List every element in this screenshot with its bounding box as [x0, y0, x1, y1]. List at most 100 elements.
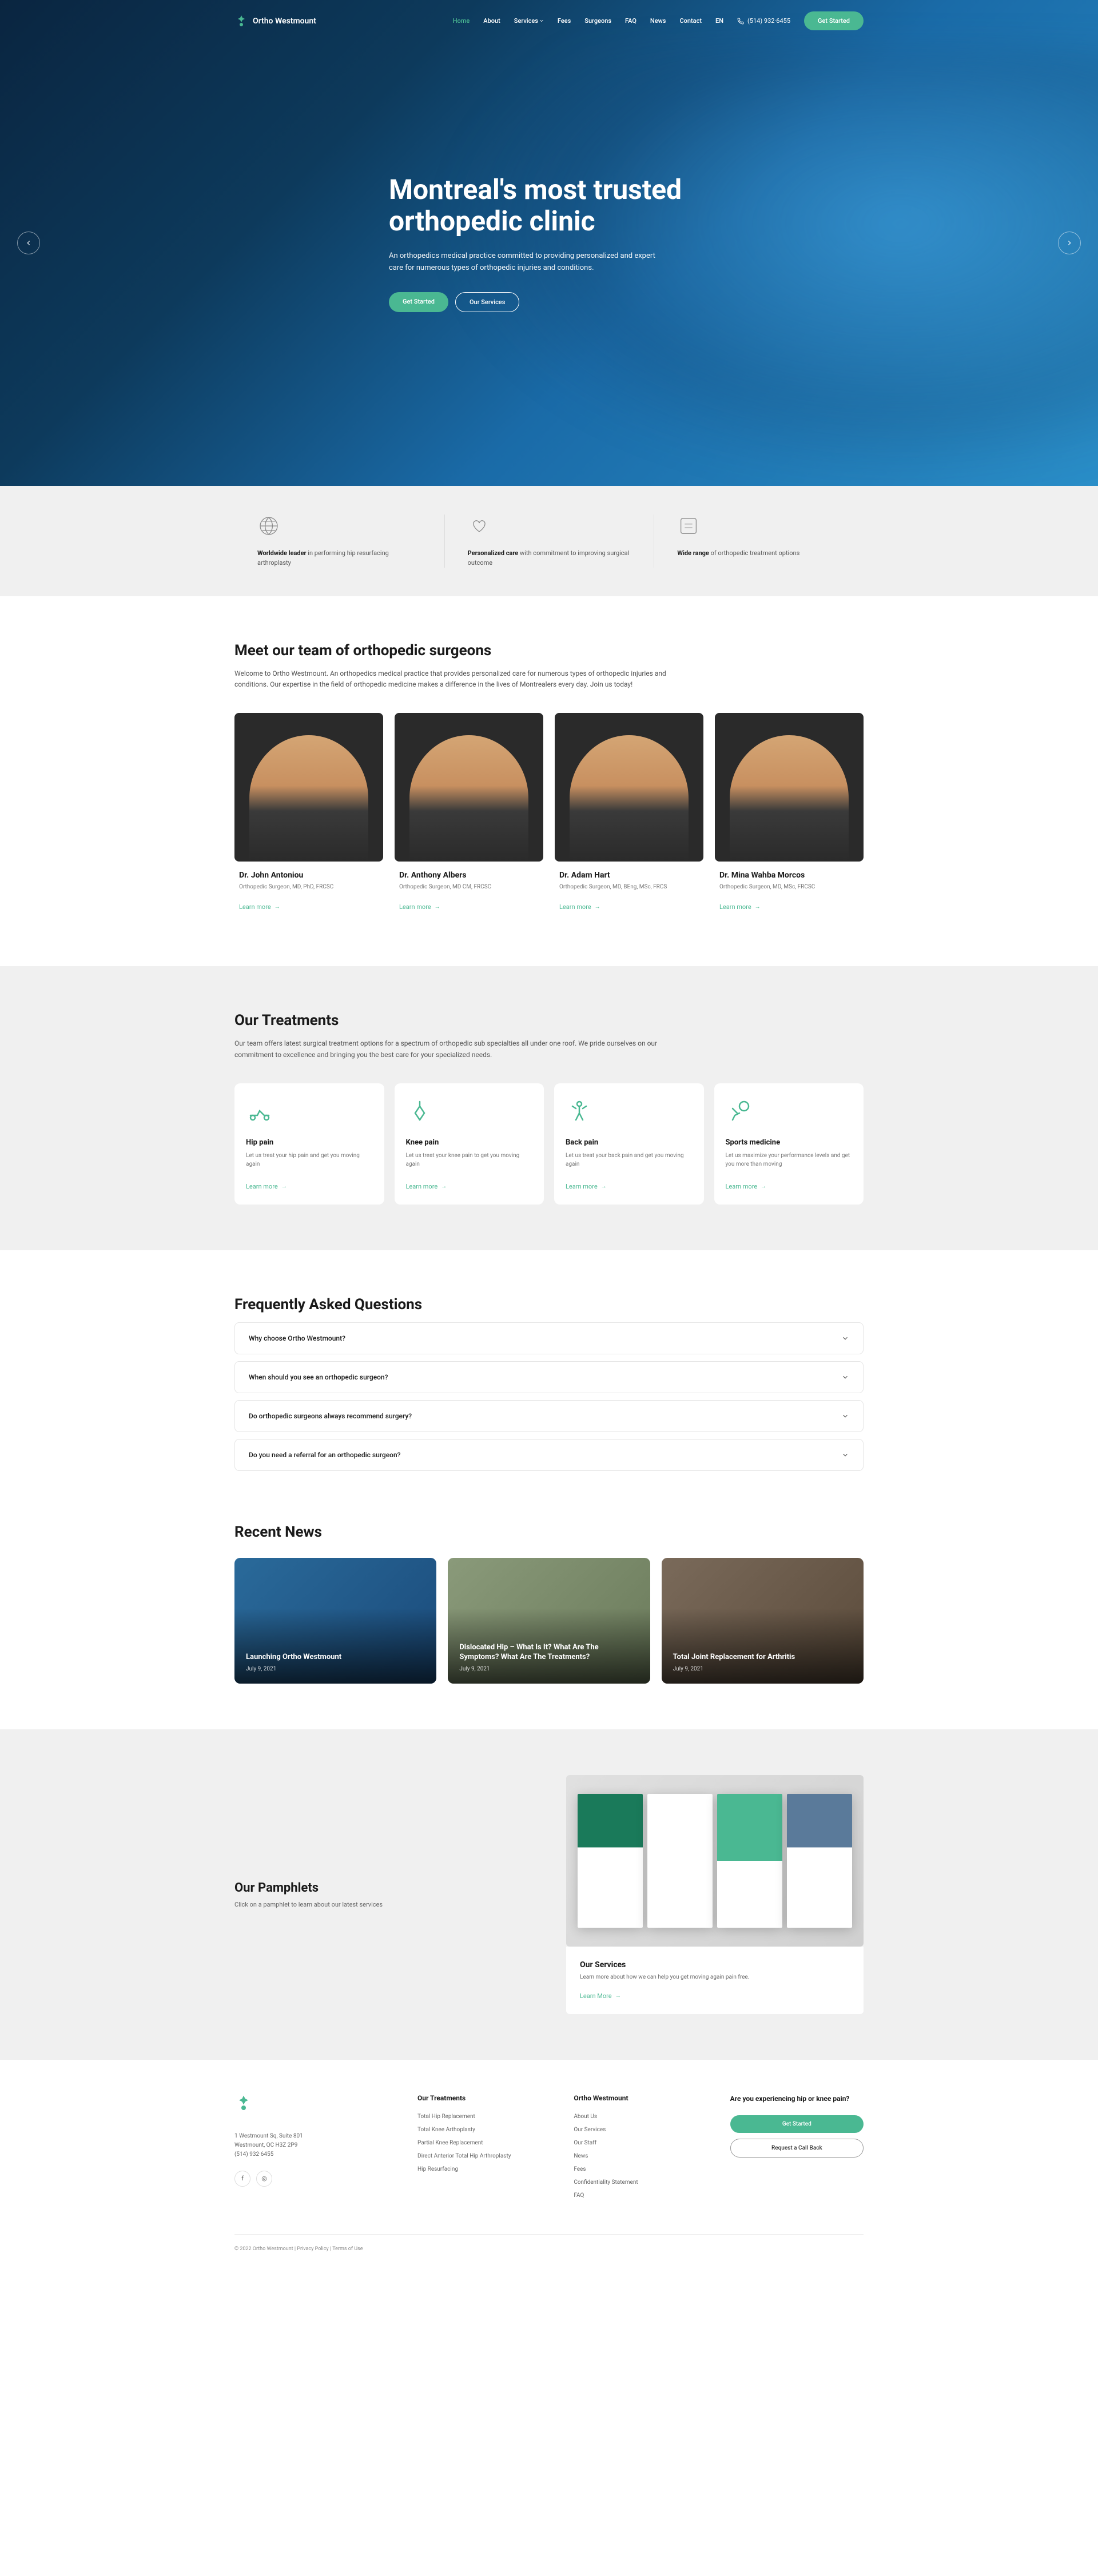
nav-news[interactable]: News — [650, 17, 666, 25]
footer-link[interactable]: FAQ — [574, 2192, 707, 2199]
footer-col-heading: Our Treatments — [417, 2094, 551, 2102]
nav-contact[interactable]: Contact — [679, 17, 702, 25]
treatment-name: Sports medicine — [726, 1138, 853, 1147]
footer-callback-button[interactable]: Request a Call Back — [730, 2139, 864, 2158]
footer-link[interactable]: News — [574, 2153, 707, 2159]
treatments-heading: Our Treatments — [234, 1012, 864, 1029]
options-icon — [677, 515, 700, 537]
faq-question: When should you see an orthopedic surgeo… — [249, 1373, 388, 1381]
arrow-icon: → — [281, 1183, 287, 1190]
hero-subtitle: An orthopedics medical practice committe… — [389, 250, 663, 274]
surgeon-name: Dr. Mina Wahba Morcos — [719, 871, 859, 880]
footer-get-started-button[interactable]: Get Started — [730, 2115, 864, 2133]
facebook-link[interactable]: f — [234, 2171, 250, 2187]
footer-link[interactable]: Our Staff — [574, 2140, 707, 2146]
surgeon-learn-more-link[interactable]: Learn more → — [719, 903, 761, 911]
faq-item[interactable]: Do orthopedic surgeons always recommend … — [234, 1400, 864, 1432]
footer-col-heading: Ortho Westmount — [574, 2094, 707, 2102]
nav-home[interactable]: Home — [453, 17, 470, 25]
carousel-prev-button[interactable] — [17, 232, 40, 254]
arrow-icon: → — [435, 904, 440, 910]
footer-link[interactable]: Partial Knee Replacement — [417, 2140, 551, 2146]
treatments-section: Our Treatments Our team offers latest su… — [0, 966, 1098, 1250]
treatment-learn-more-link[interactable]: Learn more → — [726, 1183, 767, 1190]
surgeon-name: Dr. John Antoniou — [239, 871, 379, 880]
footer-link[interactable]: Confidentiality Statement — [574, 2179, 707, 2186]
logo-icon — [234, 14, 248, 28]
pamphlets-subtitle: Click on a pamphlet to learn about our l… — [234, 1901, 532, 1908]
carousel-next-button[interactable] — [1058, 232, 1081, 254]
treatment-desc: Let us maximize your performance levels … — [726, 1151, 853, 1169]
team-heading: Meet our team of orthopedic surgeons — [234, 642, 864, 659]
arrow-icon: → — [441, 1183, 447, 1190]
chevron-down-icon — [841, 1451, 849, 1459]
footer-link[interactable]: Our Services — [574, 2127, 707, 2133]
treatment-learn-more-link[interactable]: Learn more → — [246, 1183, 287, 1190]
news-card[interactable]: Total Joint Replacement for Arthritis Ju… — [662, 1558, 864, 1684]
treatment-learn-more-link[interactable]: Learn more → — [566, 1183, 607, 1190]
pamphlet-card[interactable]: Our Services Learn more about how we can… — [566, 1775, 864, 2014]
arrow-icon: → — [761, 1183, 766, 1190]
hero-title: Montreal's most trusted orthopedic clini… — [389, 174, 709, 237]
header-phone[interactable]: (514) 932·6455 — [737, 17, 790, 25]
footer-bottom: © 2022 Ortho Westmount | Privacy Policy … — [234, 2234, 864, 2263]
faq-item[interactable]: Why choose Ortho Westmount? — [234, 1322, 864, 1354]
surgeon-card: Dr. Anthony Albers Orthopedic Surgeon, M… — [395, 713, 543, 920]
footer-link[interactable]: Total Hip Replacement — [417, 2114, 551, 2120]
header-cta-button[interactable]: Get Started — [804, 11, 864, 30]
news-title: Dislocated Hip – What Is It? What Are Th… — [459, 1643, 638, 1662]
hero-get-started-button[interactable]: Get Started — [389, 292, 448, 312]
feature-item: Worldwide leader in performing hip resur… — [234, 515, 444, 568]
hero-services-button[interactable]: Our Services — [455, 292, 519, 312]
pamphlet-learn-more-link[interactable]: Learn More → — [580, 1992, 621, 2000]
surgeon-learn-more-link[interactable]: Learn more → — [239, 903, 280, 911]
pamphlets-section: Our Pamphlets Click on a pamphlet to lea… — [0, 1729, 1098, 2060]
feature-item: Personalized care with commitment to imp… — [444, 515, 654, 568]
surgeon-title: Orthopedic Surgeon, MD, MSc, FRCSC — [719, 883, 859, 891]
treatment-desc: Let us treat your back pain and get you … — [566, 1151, 693, 1169]
nav-about[interactable]: About — [483, 17, 500, 25]
hero: Montreal's most trusted orthopedic clini… — [0, 0, 1098, 486]
nav-faq[interactable]: FAQ — [625, 17, 636, 25]
brand-logo[interactable]: Ortho Westmount — [234, 14, 316, 28]
treatment-desc: Let us treat your hip pain and get you m… — [246, 1151, 373, 1169]
site-footer: 1 Westmount Sq, Suite 801 Westmount, QC … — [0, 2060, 1098, 2263]
surgeon-title: Orthopedic Surgeon, MD, BEng, MSc, FRCS — [559, 883, 699, 891]
news-section: Recent News Launching Ortho Westmount Ju… — [0, 1524, 1098, 1729]
surgeon-title: Orthopedic Surgeon, MD CM, FRCSC — [399, 883, 539, 891]
footer-link[interactable]: Total Knee Arthoplasty — [417, 2127, 551, 2133]
footer-link[interactable]: About Us — [574, 2114, 707, 2120]
globe-icon — [257, 515, 280, 537]
treatment-card: Knee pain Let us treat your knee pain to… — [395, 1083, 544, 1205]
faq-item[interactable]: Do you need a referral for an orthopedic… — [234, 1439, 864, 1471]
nav-lang[interactable]: EN — [715, 17, 723, 25]
news-card[interactable]: Dislocated Hip – What Is It? What Are Th… — [448, 1558, 650, 1684]
treatment-name: Hip pain — [246, 1138, 373, 1147]
footer-link[interactable]: Fees — [574, 2166, 707, 2172]
treatment-learn-more-link[interactable]: Learn more → — [406, 1183, 447, 1190]
surgeon-learn-more-link[interactable]: Learn more → — [399, 903, 440, 911]
arrow-icon: → — [755, 904, 761, 910]
treatment-icon — [726, 1097, 753, 1124]
nav-services[interactable]: Services — [514, 17, 544, 25]
faq-item[interactable]: When should you see an orthopedic surgeo… — [234, 1361, 864, 1393]
faq-question: Why choose Ortho Westmount? — [249, 1334, 345, 1342]
footer-link[interactable]: Direct Anterior Total Hip Arthroplasty — [417, 2153, 551, 2159]
surgeon-photo — [715, 713, 864, 862]
nav-surgeons[interactable]: Surgeons — [584, 17, 611, 25]
surgeon-photo — [395, 713, 543, 862]
footer-address: 1 Westmount Sq, Suite 801 Westmount, QC … — [234, 2132, 395, 2159]
news-date: July 9, 2021 — [246, 1666, 425, 1672]
news-card[interactable]: Launching Ortho Westmount July 9, 2021 — [234, 1558, 436, 1684]
instagram-link[interactable]: ◎ — [256, 2171, 272, 2187]
privacy-link[interactable]: Privacy Policy — [297, 2246, 328, 2252]
team-section: Meet our team of orthopedic surgeons Wel… — [0, 596, 1098, 966]
footer-link[interactable]: Hip Resurfacing — [417, 2166, 551, 2172]
surgeon-learn-more-link[interactable]: Learn more → — [559, 903, 600, 911]
terms-link[interactable]: Terms of Use — [332, 2246, 363, 2252]
nav-fees[interactable]: Fees — [558, 17, 571, 25]
footer-cta-heading: Are you experiencing hip or knee pain? — [730, 2094, 864, 2104]
surgeon-title: Orthopedic Surgeon, MD, PhD, FRCSC — [239, 883, 379, 891]
features-bar: Worldwide leader in performing hip resur… — [0, 486, 1098, 596]
pamphlet-image — [566, 1775, 864, 1947]
